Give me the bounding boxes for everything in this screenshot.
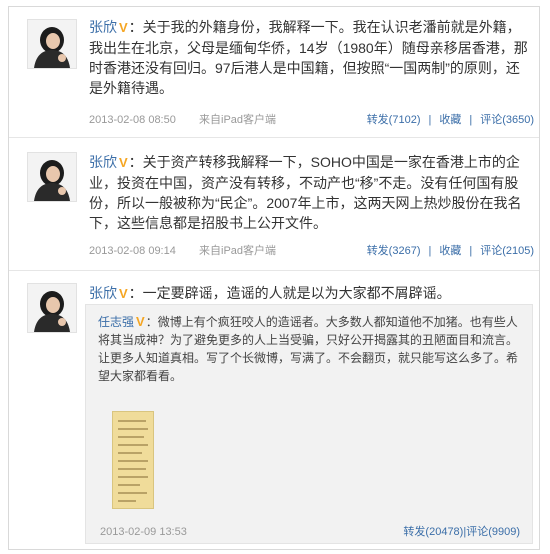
weibo-feed: 张欣 V：关于我的外籍身份，我解释一下。我在认识老潘前就是外籍，我出生在北京，父母… <box>8 6 540 550</box>
favorite-button[interactable]: 收藏 <box>439 245 461 257</box>
divider: | <box>428 114 432 126</box>
quoted-repost-button[interactable]: 转发(20478) <box>403 526 463 538</box>
post-source[interactable]: 来自iPad客户端 <box>199 242 276 260</box>
quoted-comment-button[interactable]: 评论(9909) <box>466 526 520 538</box>
weibo-post: 张欣 V：一定要辟谣，造谣的人就是以为大家都不屑辟谣。 任志强 V：微博上有个疯狂咬… <box>9 271 539 549</box>
post-text: 张欣 V：关于资产转移我解释一下，SOHO中国是一家在香港上市的企业，投资在中国，… <box>89 152 529 233</box>
favorite-button[interactable]: 收藏 <box>439 114 461 126</box>
divider: | <box>469 114 473 126</box>
comment-button[interactable]: 评论(2105) <box>480 245 534 257</box>
repost-button[interactable]: 转发(7102) <box>367 114 421 126</box>
post-time[interactable]: 2013-02-08 09:14 <box>89 242 176 260</box>
post-source[interactable]: 来自iPad客户端 <box>199 111 276 129</box>
weibo-post: 张欣 V：关于我的外籍身份，我解释一下。我在认识老潘前就是外籍，我出生在北京，父母… <box>9 7 539 138</box>
post-text: 张欣 V：关于我的外籍身份，我解释一下。我在认识老潘前就是外籍，我出生在北京，父母… <box>89 17 529 98</box>
author-link[interactable]: 张欣 <box>89 19 117 35</box>
post-body: ：关于资产转移我解释一下，SOHO中国是一家在香港上市的企业，投资在中国，资产没… <box>89 154 522 231</box>
author-link[interactable]: 张欣 <box>89 285 117 301</box>
quoted-post: 任志强 V：微博上有个疯狂咬人的造谣者。大多数人都知道他不加猪。也有些人将其当成神… <box>85 304 533 544</box>
divider: | <box>428 245 432 257</box>
post-text: 张欣 V：一定要辟谣，造谣的人就是以为大家都不屑辟谣。 <box>89 283 529 304</box>
post-time[interactable]: 2013-02-08 08:50 <box>89 111 176 129</box>
vip-badge-icon: V <box>119 286 128 301</box>
quoted-time[interactable]: 2013-02-09 13:53 <box>100 526 187 538</box>
long-weibo-image-thumbnail[interactable] <box>112 411 154 509</box>
repost-button[interactable]: 转发(3267) <box>367 245 421 257</box>
avatar[interactable] <box>27 152 77 202</box>
divider: | <box>469 245 473 257</box>
author-link[interactable]: 张欣 <box>89 154 117 170</box>
weibo-post: 张欣 V：关于资产转移我解释一下，SOHO中国是一家在香港上市的企业，投资在中国，… <box>9 138 539 271</box>
post-body: ：一定要辟谣，造谣的人就是以为大家都不屑辟谣。 <box>128 285 451 301</box>
vip-badge-icon: V <box>136 314 145 329</box>
post-body: ：关于我的外籍身份，我解释一下。我在认识老潘前就是外籍，我出生在北京，父母是缅甸… <box>89 19 528 96</box>
vip-badge-icon: V <box>119 155 128 170</box>
avatar[interactable] <box>27 283 77 333</box>
quoted-actions: 转发(20478)|评论(9909) <box>403 523 520 541</box>
quoted-author-link[interactable]: 任志强 <box>98 315 134 329</box>
post-actions: 转发(7102) | 收藏 | 评论(3650) <box>367 111 534 129</box>
post-actions: 转发(3267) | 收藏 | 评论(2105) <box>367 242 534 260</box>
avatar[interactable] <box>27 19 77 69</box>
post-meta: 2013-02-08 09:14 来自iPad客户端 转发(3267) | 收藏 | 评… <box>89 242 534 260</box>
vip-badge-icon: V <box>119 20 128 35</box>
post-meta: 2013-02-08 08:50 来自iPad客户端 转发(7102) | 收藏 | 评… <box>89 111 534 129</box>
quoted-meta: 2013-02-09 13:53 转发(20478)|评论(9909) <box>100 523 520 541</box>
quoted-text: 任志强 V：微博上有个疯狂咬人的造谣者。大多数人都知道他不加猪。也有些人将其当成神… <box>98 313 518 385</box>
comment-button[interactable]: 评论(3650) <box>480 114 534 126</box>
quoted-body: ：微博上有个疯狂咬人的造谣者。大多数人都知道他不加猪。也有些人将其当成神？为了避… <box>98 315 519 383</box>
